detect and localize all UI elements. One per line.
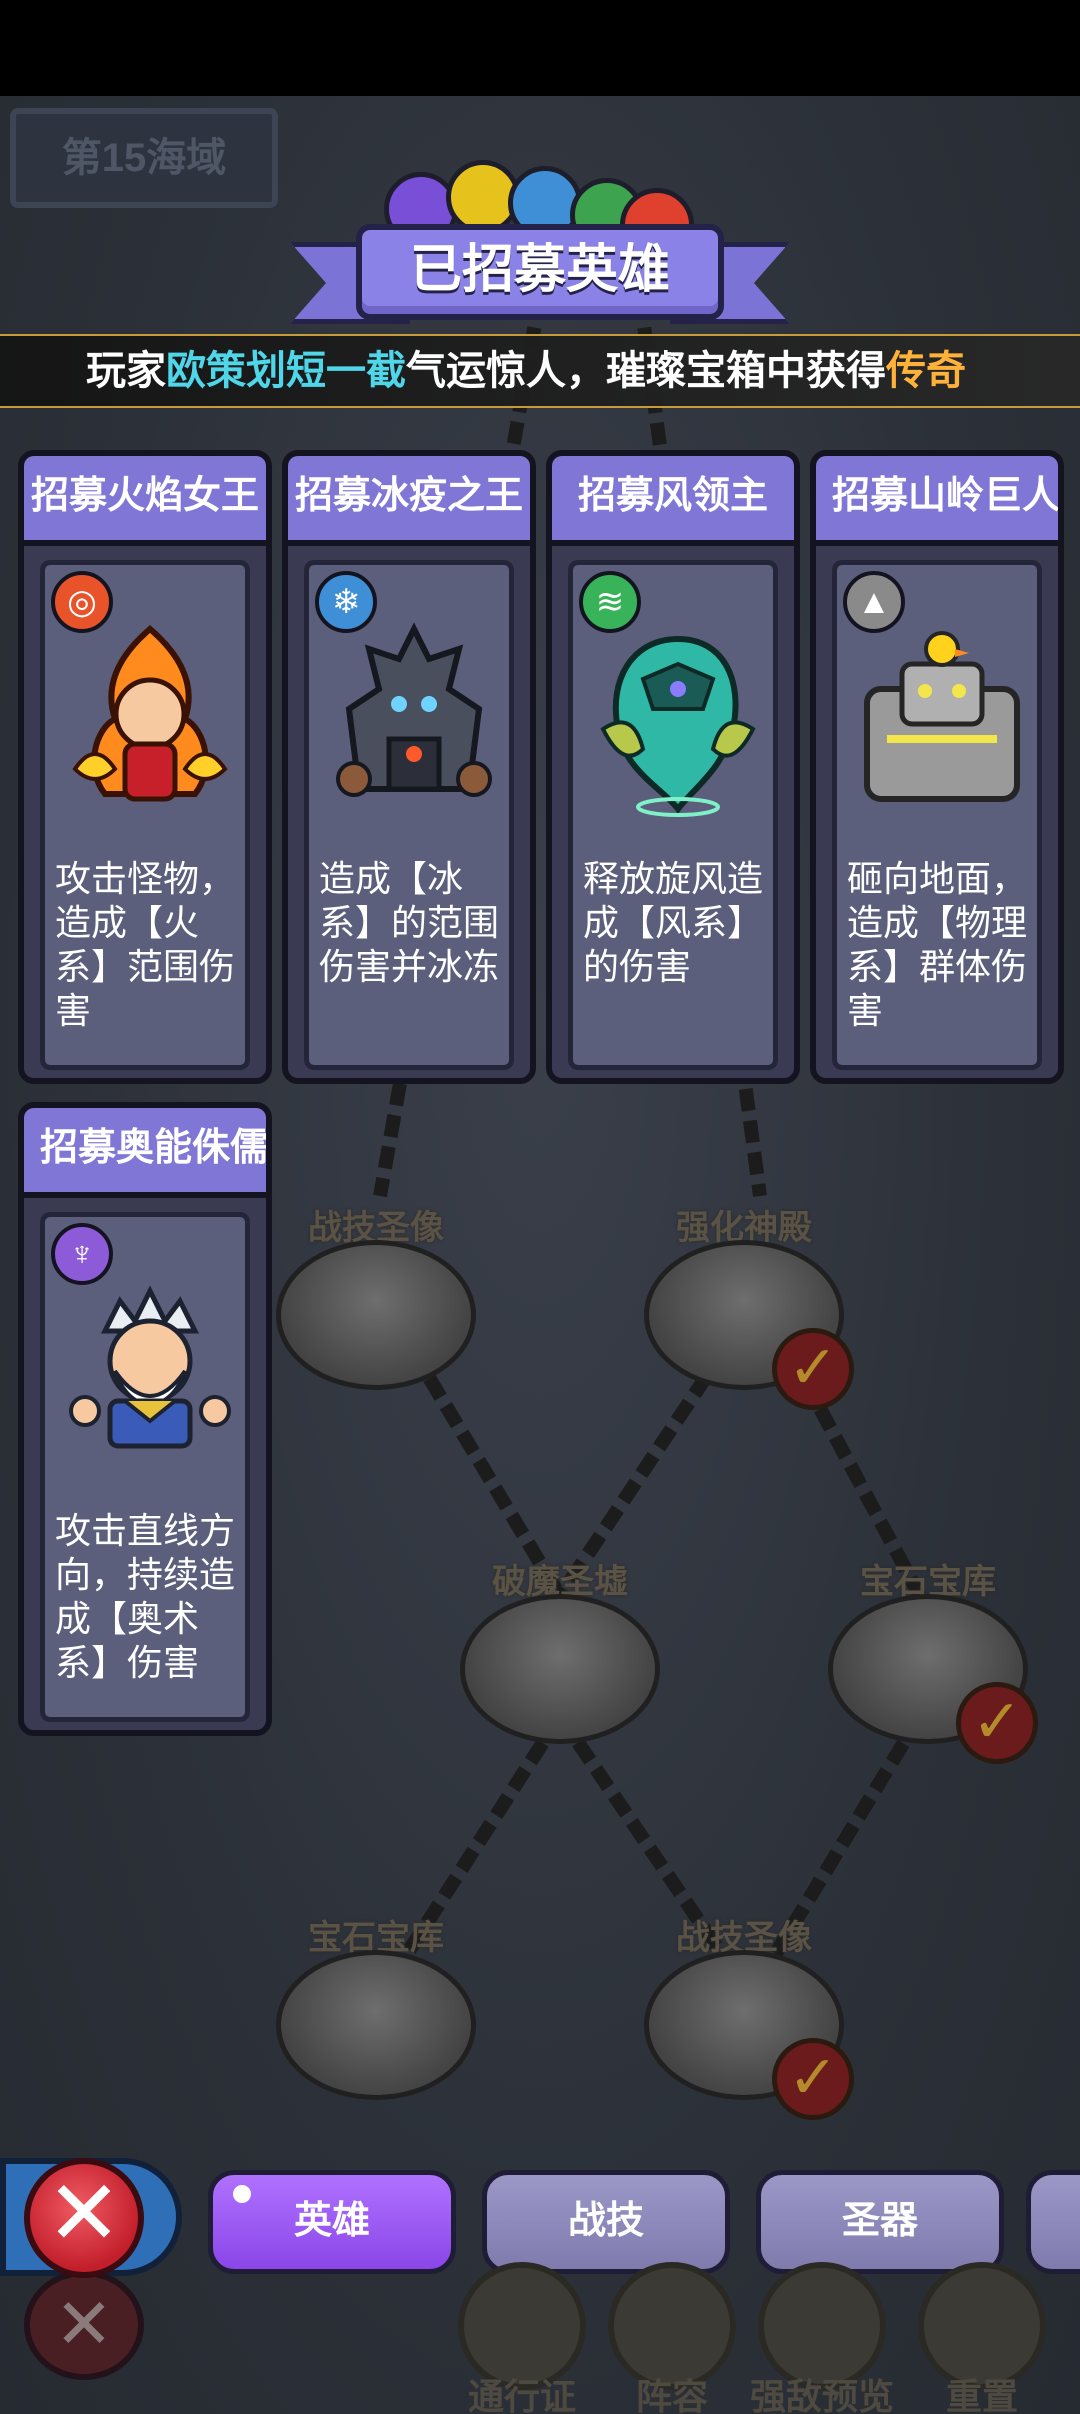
vault-icon	[276, 1950, 476, 2100]
hero-card-body: ❄ 造成【冰系】的范围伤害并冰冻	[304, 560, 514, 1070]
hero-card-description: 攻击怪物，造成【火系】范围伤害	[55, 858, 236, 1031]
fire-queen-portrait	[72, 625, 228, 802]
hero-card-description: 攻击直线方向，持续造成【奥术系】伤害	[55, 1510, 236, 1683]
recruited-heroes-banner: 已招募英雄	[290, 224, 790, 324]
ice-plague-king-portrait	[336, 622, 492, 797]
hero-card-body: ▲ 砸向地面，造成【物理系】群体伤害	[832, 560, 1042, 1070]
hero-card-description: 砸向地面，造成【物理系】群体伤害	[847, 858, 1028, 1031]
tab-indicator-dot	[233, 2185, 251, 2203]
tab-artifacts[interactable]: 圣器	[756, 2170, 1004, 2274]
hero-card-title: 招募奥能侏儒	[24, 1108, 266, 1198]
hero-card-fire-queen[interactable]: 招募火焰女王 ◎ 攻击怪物，造成【火系】范围伤害	[18, 450, 272, 1084]
map-node-combat-statue[interactable]: 战技圣像	[266, 1200, 486, 1400]
bottom-menu-label: 阵容	[635, 2376, 708, 2414]
tab-combat-skills[interactable]: 战技	[482, 2170, 730, 2274]
wind-lord-portrait	[600, 635, 756, 817]
map-node-demon-ruins[interactable]: 破魔圣墟	[450, 1554, 670, 1754]
hero-card-description: 造成【冰系】的范围伤害并冰冻	[319, 858, 500, 987]
announcement-ticker: 玩家欧策划短一截气运惊人，璀璨宝箱中获得传奇	[0, 334, 1080, 408]
checkmark-icon: ✓	[956, 1682, 1038, 1764]
ticker-middle: 气运惊人，璀璨宝箱中获得	[406, 349, 886, 393]
hero-card-body: ♆ 攻击直线方向，持续造成【奥术系】伤害	[40, 1212, 250, 1722]
statue-icon	[276, 1240, 476, 1390]
close-button[interactable]: ✕	[24, 2158, 144, 2278]
hero-card-title: 招募火焰女王	[24, 456, 266, 546]
sea-region-label: 第15海域	[10, 108, 278, 208]
bottom-menu-label: 重置	[945, 2376, 1018, 2414]
hero-card-body: ≋ 释放旋风造成【风系】的伤害	[568, 560, 778, 1070]
tab-heroes[interactable]: 英雄	[208, 2170, 456, 2274]
hero-card-body: ◎ 攻击怪物，造成【火系】范围伤害	[40, 560, 250, 1070]
ticker-player-name: 欧策划短一截	[166, 349, 406, 393]
hero-card-description: 释放旋风造成【风系】的伤害	[583, 858, 764, 987]
checkmark-icon: ✓	[772, 1328, 854, 1410]
hero-card-title: 招募冰疫之王	[288, 456, 530, 546]
map-node-gem-vault[interactable]: 宝石宝库 ✓	[818, 1554, 1038, 1764]
ticker-reward: 传奇	[886, 349, 966, 393]
map-node-enhance-temple[interactable]: 强化神殿 ✓	[634, 1200, 854, 1410]
bottom-menu: 通行证 阵容 强敌预览 重置	[440, 2262, 1080, 2414]
tab-label: 战技	[567, 2200, 644, 2242]
arcane-gnome-portrait	[69, 1285, 231, 1449]
map-node-gem-vault-2[interactable]: 宝石宝库	[266, 1910, 486, 2110]
bottom-menu-label: 通行证	[467, 2376, 576, 2414]
bottom-menu-label: 强敌预览	[749, 2376, 894, 2414]
mountain-giant-portrait	[864, 631, 1020, 802]
tab-more[interactable]	[1026, 2170, 1080, 2274]
banner-title: 已招募英雄	[409, 241, 670, 299]
hero-card-wind-lord[interactable]: 招募风领主 ≋ 释放旋风造成【风系】的伤害	[546, 450, 800, 1084]
status-bar	[0, 0, 1080, 96]
close-icon-ghost: ✕	[24, 2270, 144, 2380]
hero-card-arcane-gnome[interactable]: 招募奥能侏儒 ♆ 攻击直线方向，持续造成【奥术系】伤害	[18, 1102, 272, 1736]
hero-card-mountain-giant[interactable]: 招募山岭巨人 ▲ 砸向地面，造成【物理系】群体伤害	[810, 450, 1064, 1084]
ticker-prefix: 玩家	[86, 349, 166, 393]
ruins-icon	[460, 1594, 660, 1744]
hero-card-title: 招募风领主	[552, 456, 794, 546]
banner-face: 已招募英雄	[356, 224, 724, 320]
tab-label: 英雄	[293, 2200, 370, 2242]
hero-card-title: 招募山岭巨人	[816, 456, 1058, 546]
hero-card-ice-plague-king[interactable]: 招募冰疫之王 ❄ 造成【冰系】的范围伤害并冰冻	[282, 450, 536, 1084]
map-node-combat-statue-2[interactable]: 战技圣像 ✓	[634, 1910, 854, 2120]
checkmark-icon: ✓	[772, 2038, 854, 2120]
tab-label: 圣器	[841, 2200, 918, 2242]
